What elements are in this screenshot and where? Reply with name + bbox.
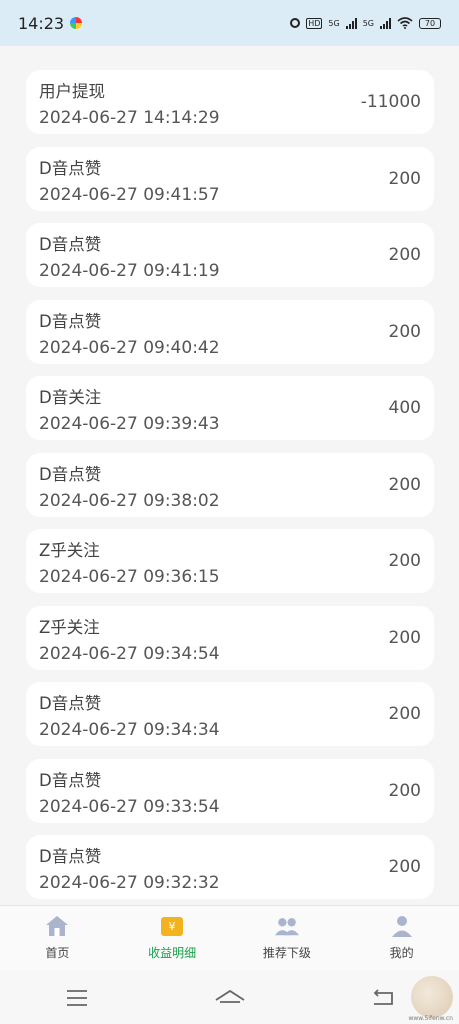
status-time: 14:23 — [18, 13, 65, 33]
record-time: 2024-06-27 09:39:43 — [39, 414, 220, 434]
record-title: D音点赞 — [39, 464, 102, 484]
status-indicators: HD 5G 5G 70 — [290, 17, 441, 29]
app-notification-icon — [70, 17, 83, 29]
home-outline-icon — [215, 989, 244, 1003]
income-record-card[interactable]: D音点赞 2024-06-27 09:33:54 200 — [26, 758, 434, 823]
record-title: D音点赞 — [39, 158, 102, 178]
menu-icon — [66, 989, 87, 1006]
record-time: 2024-06-27 09:34:54 — [39, 643, 220, 664]
record-amount: 400 — [388, 398, 421, 418]
income-record-card[interactable]: D音点赞 2024-06-27 09:32:32 200 — [26, 835, 434, 899]
network-label-2: 5G — [362, 18, 374, 28]
record-title: Z乎关注 — [39, 541, 100, 560]
income-record-card[interactable]: D音点赞 2024-06-27 09:40:42 200 — [26, 299, 434, 364]
income-record-card[interactable]: D音点赞 2024-06-27 09:38:02 200 — [26, 452, 434, 517]
signal-icon-2 — [380, 17, 391, 29]
income-record-card[interactable]: D音点赞 2024-06-27 09:34:34 200 — [26, 682, 434, 746]
record-title: D音点赞 — [39, 770, 102, 790]
hd-indicator: HD — [306, 17, 323, 29]
wallet-icon: ¥ — [159, 914, 185, 938]
tab-label: 首页 — [45, 946, 70, 960]
svg-text:¥: ¥ — [169, 920, 176, 933]
record-amount: 200 — [388, 474, 421, 495]
record-time: 2024-06-27 09:36:15 — [39, 567, 220, 587]
record-title: D音关注 — [39, 388, 102, 407]
record-amount: 200 — [388, 551, 421, 571]
record-time: 2024-06-27 09:41:57 — [39, 184, 220, 205]
status-bar: 14:23 HD 5G 5G 70 — [0, 0, 459, 46]
user-icon — [389, 914, 415, 938]
record-title: Z乎关注 — [39, 617, 100, 637]
income-record-card[interactable]: D音点赞 2024-06-27 09:41:19 200 — [26, 223, 434, 287]
record-time: 2024-06-27 09:38:02 — [39, 490, 220, 511]
tab-income[interactable]: ¥ 收益明细 — [115, 906, 230, 972]
watermark-logo — [411, 976, 453, 1018]
record-time: 2024-06-27 09:41:19 — [39, 261, 220, 281]
tab-label: 我的 — [389, 946, 414, 960]
income-record-card[interactable]: 用户提现 2024-06-27 14:14:29 -11000 — [26, 70, 434, 134]
tab-referral[interactable]: 推荐下级 — [230, 906, 345, 972]
home-nav-button[interactable] — [210, 983, 250, 1013]
record-amount: 200 — [388, 780, 421, 801]
wifi-icon — [397, 17, 413, 29]
record-time: 2024-06-27 09:32:32 — [39, 873, 220, 893]
record-time: 2024-06-27 14:14:29 — [39, 108, 220, 128]
record-amount: 200 — [388, 321, 421, 342]
record-time: 2024-06-27 09:40:42 — [39, 337, 220, 358]
record-amount: 200 — [388, 627, 421, 648]
record-amount: 200 — [388, 704, 421, 724]
record-time: 2024-06-27 09:33:54 — [39, 796, 220, 817]
record-amount: -11000 — [360, 92, 421, 112]
alarm-icon — [290, 18, 301, 28]
tab-label: 推荐下级 — [262, 946, 311, 960]
battery-level: 70 — [424, 18, 436, 28]
tab-mine[interactable]: 我的 — [344, 906, 459, 972]
record-title: D音点赞 — [39, 235, 102, 254]
record-title: D音点赞 — [39, 847, 102, 866]
users-icon — [274, 914, 300, 938]
income-record-card[interactable]: D音关注 2024-06-27 09:39:43 400 — [26, 376, 434, 440]
signal-icon-1 — [345, 17, 357, 29]
menu-nav-button[interactable] — [57, 983, 97, 1013]
back-nav-button[interactable] — [363, 983, 403, 1013]
bottom-tab-bar: 首页 ¥ 收益明细 推荐下级 我的 — [0, 905, 459, 972]
system-navigation-bar — [0, 971, 459, 1024]
record-amount: 200 — [388, 245, 421, 265]
tab-home[interactable]: 首页 — [0, 906, 115, 972]
income-record-card[interactable]: Z乎关注 2024-06-27 09:36:15 200 — [26, 529, 434, 593]
income-record-card[interactable]: D音点赞 2024-06-27 09:41:57 200 — [26, 146, 434, 211]
record-title: D音点赞 — [39, 694, 102, 713]
income-record-list: 用户提现 2024-06-27 14:14:29 -11000 D音点赞 2024-06… — [26, 70, 434, 912]
watermark-text: www.5ifenw.cn — [408, 1015, 453, 1022]
tab-label: 收益明细 — [148, 946, 197, 960]
back-icon — [373, 988, 393, 1005]
record-title: D音点赞 — [39, 311, 102, 331]
network-label-1: 5G — [328, 18, 340, 28]
status-time-group: 14:23 — [18, 13, 83, 33]
record-time: 2024-06-27 09:34:34 — [39, 720, 220, 740]
record-amount: 200 — [388, 857, 421, 877]
battery-icon: 70 — [419, 17, 441, 29]
income-record-card[interactable]: Z乎关注 2024-06-27 09:34:54 200 — [26, 605, 434, 670]
record-title: 用户提现 — [39, 82, 105, 101]
home-icon — [44, 914, 70, 938]
record-amount: 200 — [388, 168, 421, 189]
